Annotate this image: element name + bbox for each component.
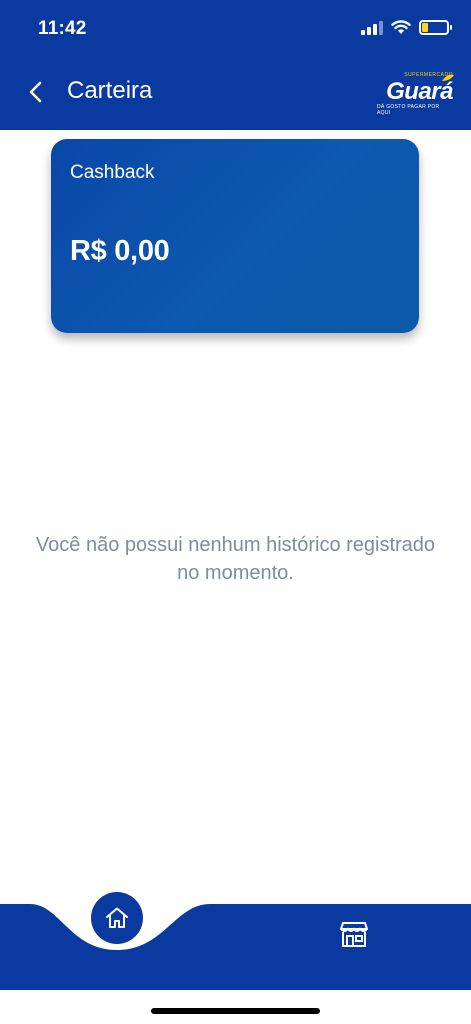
status-bar: 11:42 (0, 0, 471, 60)
battery-level (422, 22, 428, 32)
bottom-nav-background (0, 904, 471, 990)
cashback-card: Cashback R$ 0,00 (51, 139, 419, 333)
store-icon (340, 922, 368, 947)
bottom-navigation (0, 880, 471, 990)
chevron-left-icon (29, 81, 42, 103)
brand-logo: SUPERMERCADO Guará DÁ GOSTO PAGAR POR AQ… (377, 70, 457, 116)
battery-icon (419, 19, 452, 35)
logo-wordmark: Guará (386, 78, 453, 105)
wifi-icon (391, 19, 411, 34)
cashback-label: Cashback (70, 162, 155, 183)
empty-history-message: Você não possui nenhum histórico registr… (35, 534, 436, 584)
app-header: 11:42 Carteira SUPERMERCADO Guará DÁ GOS… (0, 0, 471, 130)
home-button[interactable] (91, 892, 143, 944)
back-button[interactable] (20, 74, 52, 110)
store-button[interactable] (334, 916, 374, 952)
home-icon (106, 907, 128, 928)
status-icons (361, 19, 452, 35)
logo-tagline: DÁ GOSTO PAGAR POR AQUI (377, 104, 440, 116)
status-time: 11:42 (38, 18, 87, 39)
page-title: Carteira (67, 77, 153, 104)
home-indicator[interactable] (151, 1008, 320, 1014)
cashback-value: R$ 0,00 (70, 235, 170, 267)
nav-row: Carteira SUPERMERCADO Guará DÁ GOSTO PAG… (0, 64, 471, 120)
signal-icon (361, 19, 383, 35)
